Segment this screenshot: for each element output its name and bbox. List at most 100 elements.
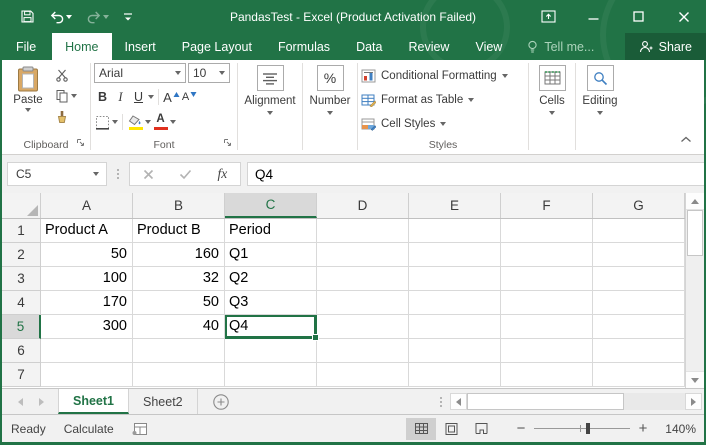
tab-page-layout[interactable]: Page Layout	[169, 33, 265, 60]
cancel-icon[interactable]	[143, 169, 154, 180]
row-header-2[interactable]: 2	[2, 243, 41, 267]
cell-d5[interactable]	[317, 315, 409, 339]
cell-a2[interactable]: 50	[41, 243, 133, 267]
ribbon-display-options-icon[interactable]	[526, 0, 571, 33]
font-name-select[interactable]: Arial	[94, 63, 186, 83]
paste-dropdown-icon[interactable]	[25, 108, 31, 112]
cell-g5[interactable]	[593, 315, 685, 339]
cell-d6[interactable]	[317, 339, 409, 363]
cell-a7[interactable]	[41, 363, 133, 387]
sheet-tab-sheet1[interactable]: Sheet1	[58, 389, 129, 414]
sheet-nav-left-icon[interactable]	[18, 398, 23, 406]
cell-a5[interactable]: 300	[41, 315, 133, 339]
column-header-g[interactable]: G	[593, 193, 685, 218]
format-painter-button[interactable]	[53, 108, 79, 126]
cell-e4[interactable]	[409, 291, 501, 315]
formula-input[interactable]: Q4	[247, 162, 704, 186]
column-header-e[interactable]: E	[409, 193, 501, 218]
customize-quick-access-icon[interactable]	[117, 7, 139, 27]
page-layout-view-button[interactable]	[436, 418, 466, 440]
cell-d2[interactable]	[317, 243, 409, 267]
cell-a4[interactable]: 170	[41, 291, 133, 315]
tab-review[interactable]: Review	[395, 33, 462, 60]
cell-f5[interactable]	[501, 315, 593, 339]
normal-view-button[interactable]	[406, 418, 436, 440]
cell-f4[interactable]	[501, 291, 593, 315]
column-header-a[interactable]: A	[41, 193, 133, 218]
cell-b2[interactable]: 160	[133, 243, 225, 267]
cut-button[interactable]	[53, 66, 79, 84]
close-button[interactable]	[661, 0, 706, 33]
tab-data[interactable]: Data	[343, 33, 395, 60]
cell-c2[interactable]: Q1	[225, 243, 317, 267]
row-header-6[interactable]: 6	[2, 339, 41, 363]
column-header-b[interactable]: B	[133, 193, 225, 218]
column-header-c[interactable]: C	[225, 193, 317, 218]
cell-e6[interactable]	[409, 339, 501, 363]
cell-d7[interactable]	[317, 363, 409, 387]
copy-dropdown-icon[interactable]	[71, 94, 77, 98]
cell-a1[interactable]: Product A	[41, 219, 133, 243]
cell-f3[interactable]	[501, 267, 593, 291]
alignment-group-button[interactable]: Alignment	[238, 60, 302, 154]
sheet-tab-sheet2[interactable]: Sheet2	[129, 389, 198, 414]
cell-c6[interactable]	[225, 339, 317, 363]
cell-e3[interactable]	[409, 267, 501, 291]
new-sheet-button[interactable]	[212, 389, 230, 414]
redo-dropdown-icon[interactable]	[103, 15, 109, 19]
horizontal-scrollbar[interactable]	[450, 393, 702, 410]
cell-b1[interactable]: Product B	[133, 219, 225, 243]
sheet-bar-splitter[interactable]	[440, 389, 442, 414]
copy-button[interactable]	[53, 87, 79, 105]
cell-f6[interactable]	[501, 339, 593, 363]
vertical-scrollbar-thumb[interactable]	[687, 210, 703, 256]
underline-button[interactable]: U	[130, 87, 147, 107]
horizontal-scrollbar-thumb[interactable]	[467, 393, 624, 410]
undo-icon[interactable]	[43, 6, 78, 28]
row-header-5[interactable]: 5	[2, 315, 41, 339]
fill-color-button[interactable]	[127, 112, 144, 132]
cell-e5[interactable]	[409, 315, 501, 339]
cell-c7[interactable]	[225, 363, 317, 387]
italic-button[interactable]: I	[112, 87, 129, 107]
row-header-4[interactable]: 4	[2, 291, 41, 315]
cell-f7[interactable]	[501, 363, 593, 387]
cell-e1[interactable]	[409, 219, 501, 243]
scroll-right-icon[interactable]	[685, 393, 702, 410]
format-as-table-button[interactable]: Format as Table	[361, 89, 525, 111]
enter-icon[interactable]	[179, 169, 192, 180]
share-button[interactable]: Share	[625, 33, 706, 60]
cell-f2[interactable]	[501, 243, 593, 267]
conditional-formatting-button[interactable]: Conditional Formatting	[361, 65, 525, 87]
cell-d1[interactable]	[317, 219, 409, 243]
scroll-up-icon[interactable]	[686, 193, 704, 210]
clipboard-dialog-launcher-icon[interactable]	[76, 137, 85, 151]
number-group-button[interactable]: % Number	[303, 60, 357, 154]
zoom-slider-thumb[interactable]	[586, 423, 590, 434]
cell-b7[interactable]	[133, 363, 225, 387]
cell-d4[interactable]	[317, 291, 409, 315]
cell-b6[interactable]	[133, 339, 225, 363]
tab-home[interactable]: Home	[52, 33, 111, 60]
cell-g7[interactable]	[593, 363, 685, 387]
cell-b4[interactable]: 50	[133, 291, 225, 315]
borders-button[interactable]	[94, 112, 111, 132]
cell-g1[interactable]	[593, 219, 685, 243]
insert-function-icon[interactable]: fx	[218, 166, 228, 182]
status-calculate[interactable]: Calculate	[64, 422, 114, 436]
column-header-d[interactable]: D	[317, 193, 409, 218]
select-all-button[interactable]	[2, 193, 41, 218]
cell-d3[interactable]	[317, 267, 409, 291]
cell-styles-button[interactable]: Cell Styles	[361, 113, 525, 135]
cells-group-button[interactable]: Cells	[529, 60, 575, 154]
cell-c3[interactable]: Q2	[225, 267, 317, 291]
cell-g4[interactable]	[593, 291, 685, 315]
font-color-button[interactable]: A	[152, 112, 169, 132]
scroll-left-icon[interactable]	[450, 393, 467, 410]
macro-record-icon[interactable]	[132, 423, 147, 435]
row-header-3[interactable]: 3	[2, 267, 41, 291]
bold-button[interactable]: B	[94, 87, 111, 107]
cell-e7[interactable]	[409, 363, 501, 387]
increase-font-size-button[interactable]: A	[163, 87, 180, 107]
scroll-down-icon[interactable]	[686, 371, 704, 388]
